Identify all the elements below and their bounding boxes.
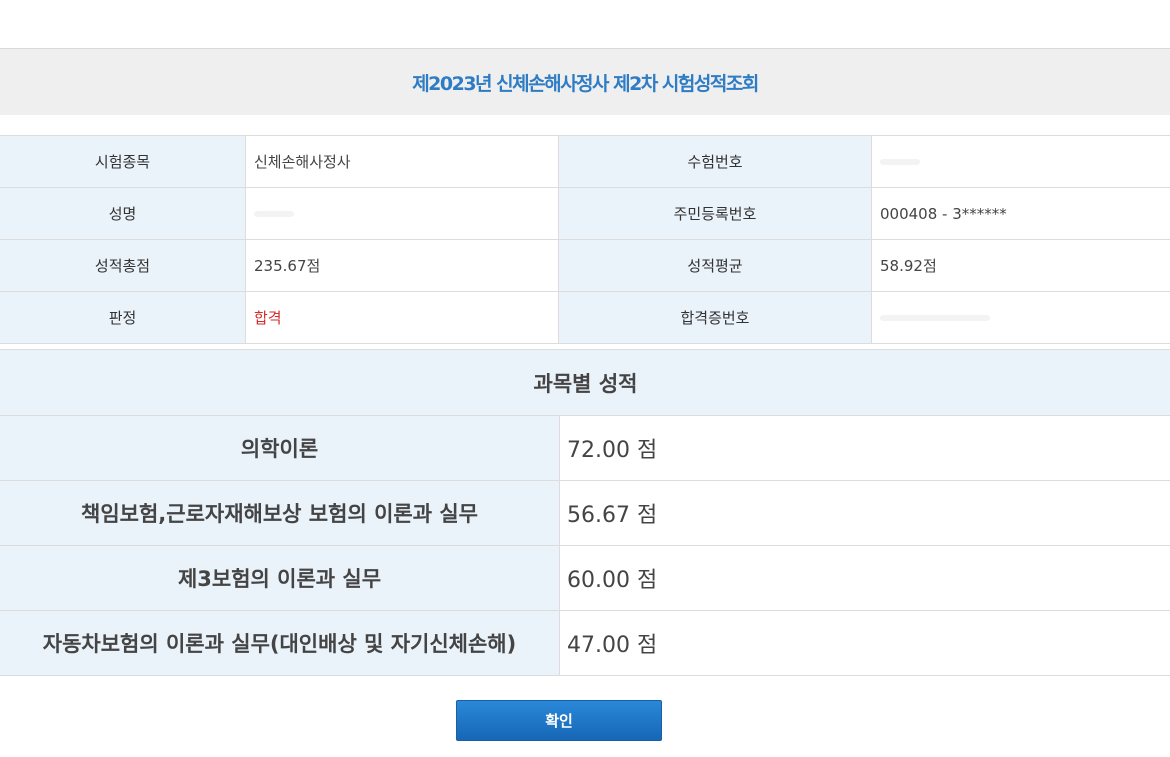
subject-score: 72.00 점: [558, 415, 1170, 481]
info-row-subject: 시험종목 신체손해사정사 수험번호: [0, 135, 1170, 188]
info-value-exam-type: 신체손해사정사: [245, 135, 559, 188]
page-header: 제2023년 신체손해사정사 제2차 시험성적조회: [0, 48, 1170, 115]
exam-info-table: 시험종목 신체손해사정사 수험번호 성명 주민등록번호 000408 - 3**…: [0, 135, 1170, 344]
info-label: 합격증번호: [558, 291, 872, 344]
table-row: 자동차보험의 이론과 실무(대인배상 및 자기신체손해) 47.00 점: [0, 610, 1170, 676]
table-row: 책임보험,근로자재해보상 보험의 이론과 실무 56.67 점: [0, 480, 1170, 546]
info-value-name: [245, 187, 559, 240]
info-value-total-score: 235.67점: [245, 239, 559, 292]
info-label: 성명: [0, 187, 246, 240]
info-label: 수험번호: [558, 135, 872, 188]
confirm-button[interactable]: 확인: [456, 700, 662, 741]
scores-header: 과목별 성적: [0, 349, 1170, 416]
table-row: 의학이론 72.00 점: [0, 415, 1170, 481]
page-title: 제2023년 신체손해사정사 제2차 시험성적조회: [412, 72, 759, 95]
subject-score: 47.00 점: [558, 610, 1170, 676]
info-value-certificate-number: [871, 291, 1170, 344]
subject-score: 60.00 점: [558, 545, 1170, 611]
subject-name: 책임보험,근로자재해보상 보험의 이론과 실무: [0, 480, 560, 546]
info-label: 주민등록번호: [558, 187, 872, 240]
info-label: 성적평균: [558, 239, 872, 292]
info-value-resident-number: 000408 - 3******: [871, 187, 1170, 240]
info-label: 판정: [0, 291, 246, 344]
info-label: 시험종목: [0, 135, 246, 188]
info-value-average-score: 58.92점: [871, 239, 1170, 292]
subject-score: 56.67 점: [558, 480, 1170, 546]
info-value-exam-number: [871, 135, 1170, 188]
info-row-name: 성명 주민등록번호 000408 - 3******: [0, 187, 1170, 240]
info-value-pass-status: 합격: [245, 291, 559, 344]
subject-name: 제3보험의 이론과 실무: [0, 545, 560, 611]
table-row: 제3보험의 이론과 실무 60.00 점: [0, 545, 1170, 611]
info-row-result: 판정 합격 합격증번호: [0, 291, 1170, 344]
subject-scores-table: 과목별 성적 의학이론 72.00 점 책임보험,근로자재해보상 보험의 이론과…: [0, 349, 1170, 676]
info-label: 성적총점: [0, 239, 246, 292]
subject-name: 의학이론: [0, 415, 560, 481]
subject-name: 자동차보험의 이론과 실무(대인배상 및 자기신체손해): [0, 610, 560, 676]
info-row-total: 성적총점 235.67점 성적평균 58.92점: [0, 239, 1170, 292]
